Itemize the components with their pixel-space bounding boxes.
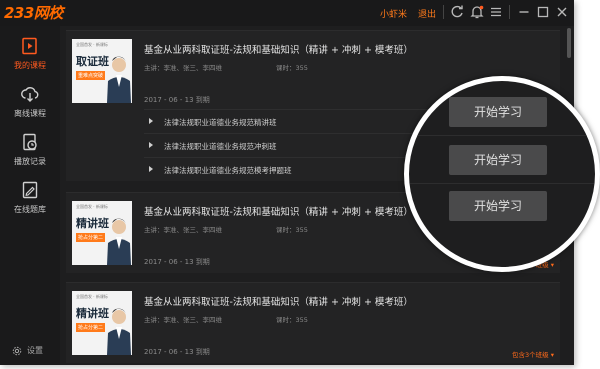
course-hours: 课时：355 <box>276 64 308 72</box>
start-learning-button[interactable]: 开始学习 <box>449 97 547 127</box>
teacher-photo <box>107 218 131 265</box>
thumbnail-tag: 抢占分第二 <box>76 323 106 332</box>
course-card[interactable]: 全国首发 · 新课标 精讲班 抢占分第二 基金从业两科取证班-法规和基础知识（精… <box>66 282 560 363</box>
sub-course-title: 法律法规职业道德业务规范模考押题班 <box>164 166 292 175</box>
course-thumbnail[interactable]: 全国首发 · 新课标 精讲班 抢占分第二 <box>72 201 132 265</box>
thumbnail-caption: 全国首发 · 新课标 <box>76 42 108 47</box>
notification-bell-icon[interactable] <box>469 4 485 20</box>
refresh-icon[interactable] <box>449 4 465 20</box>
sub-course-row[interactable]: 法律法规职业道德业务规范精讲班 <box>144 109 444 134</box>
start-learning-button[interactable]: 开始学习 <box>449 145 547 175</box>
sidebar-item-question-bank[interactable]: 在线题库 <box>0 180 60 224</box>
course-thumbnail[interactable]: 全国首发 · 新课标 取证班 重难点突破 <box>72 39 132 103</box>
play-course-icon <box>20 36 40 56</box>
gear-icon <box>12 346 22 355</box>
app-logo: 233网校 <box>4 4 63 22</box>
titlebar-divider <box>509 5 510 19</box>
menu-icon[interactable] <box>488 4 504 20</box>
sub-course-title: 法律法规职业道德业务规范精讲班 <box>164 118 277 127</box>
history-icon <box>20 132 40 152</box>
expand-classes-link[interactable]: 包含3个班级 ▾ <box>512 349 554 359</box>
username-link[interactable]: 小虾米 <box>380 7 407 20</box>
course-title[interactable]: 基金从业两科取证班-法规和基础知识（精讲 + 冲刺 + 模考班） <box>144 294 413 308</box>
course-expiry: 2017 - 06 - 13 到期 <box>144 348 210 356</box>
edit-question-icon <box>20 180 40 200</box>
sidebar-item-my-courses[interactable]: 我的课程 <box>0 36 60 80</box>
sub-course-title: 法律法规职业道德业务规范冲刺班 <box>164 142 277 151</box>
titlebar-divider <box>443 5 444 19</box>
course-title[interactable]: 基金从业两科取证班-法规和基础知识（精讲 + 冲刺 + 模考班） <box>144 204 413 218</box>
sub-course-row[interactable]: 法律法规职业道德业务规范冲刺班 <box>144 133 444 158</box>
course-thumbnail[interactable]: 全国首发 · 新课标 精讲班 抢占分第二 <box>72 291 132 355</box>
caret-right-icon <box>149 142 153 148</box>
settings-button[interactable]: 设置 <box>12 345 43 356</box>
cloud-download-icon <box>20 84 40 104</box>
row-divider <box>409 135 595 136</box>
sidebar: 我的课程 离线课程 播放记录 在线题库 设置 <box>0 26 60 365</box>
caret-right-icon <box>149 166 153 172</box>
caret-right-icon <box>149 118 153 124</box>
sidebar-item-label: 我的课程 <box>14 61 46 70</box>
sub-course-row[interactable]: 法律法规职业道德业务规范模考押题班 <box>144 157 444 182</box>
settings-label: 设置 <box>27 346 43 355</box>
course-title[interactable]: 基金从业两科取证班-法规和基础知识（精讲 + 冲刺 + 模考班） <box>144 42 413 56</box>
start-learning-button[interactable]: 开始学习 <box>449 191 547 221</box>
sidebar-item-label: 离线课程 <box>14 109 46 118</box>
sidebar-item-play-history[interactable]: 播放记录 <box>0 132 60 176</box>
teacher-photo <box>107 56 131 103</box>
scrollbar-thumb[interactable] <box>567 28 571 58</box>
magnifier-callout: 开始学习 开始学习 开始学习 <box>404 76 600 272</box>
course-teachers: 主讲：李准、张三、李四维 <box>144 316 222 324</box>
teacher-photo <box>107 308 131 355</box>
course-hours: 课时：355 <box>276 316 308 324</box>
thumbnail-caption: 全国首发 · 新课标 <box>76 204 108 209</box>
sidebar-item-label: 播放记录 <box>14 157 46 166</box>
thumbnail-tag: 抢占分第二 <box>76 233 106 242</box>
row-divider <box>409 183 595 184</box>
logout-link[interactable]: 退出 <box>418 7 436 20</box>
sidebar-item-label: 在线题库 <box>14 205 46 214</box>
course-expiry: 2017 - 06 - 13 到期 <box>144 96 210 104</box>
course-expiry: 2017 - 06 - 13 到期 <box>144 258 210 266</box>
titlebar: 233网校 小虾米 退出 <box>0 0 574 26</box>
minimize-icon[interactable] <box>516 4 532 20</box>
thumbnail-tag: 重难点突破 <box>76 71 106 80</box>
course-hours: 课时：355 <box>276 226 308 234</box>
close-icon[interactable] <box>554 4 570 20</box>
course-teachers: 主讲：李准、张三、李四维 <box>144 226 222 234</box>
thumbnail-caption: 全国首发 · 新课标 <box>76 294 108 299</box>
course-teachers: 主讲：李准、张三、李四维 <box>144 64 222 72</box>
sidebar-item-offline-courses[interactable]: 离线课程 <box>0 84 60 128</box>
maximize-icon[interactable] <box>535 4 551 20</box>
